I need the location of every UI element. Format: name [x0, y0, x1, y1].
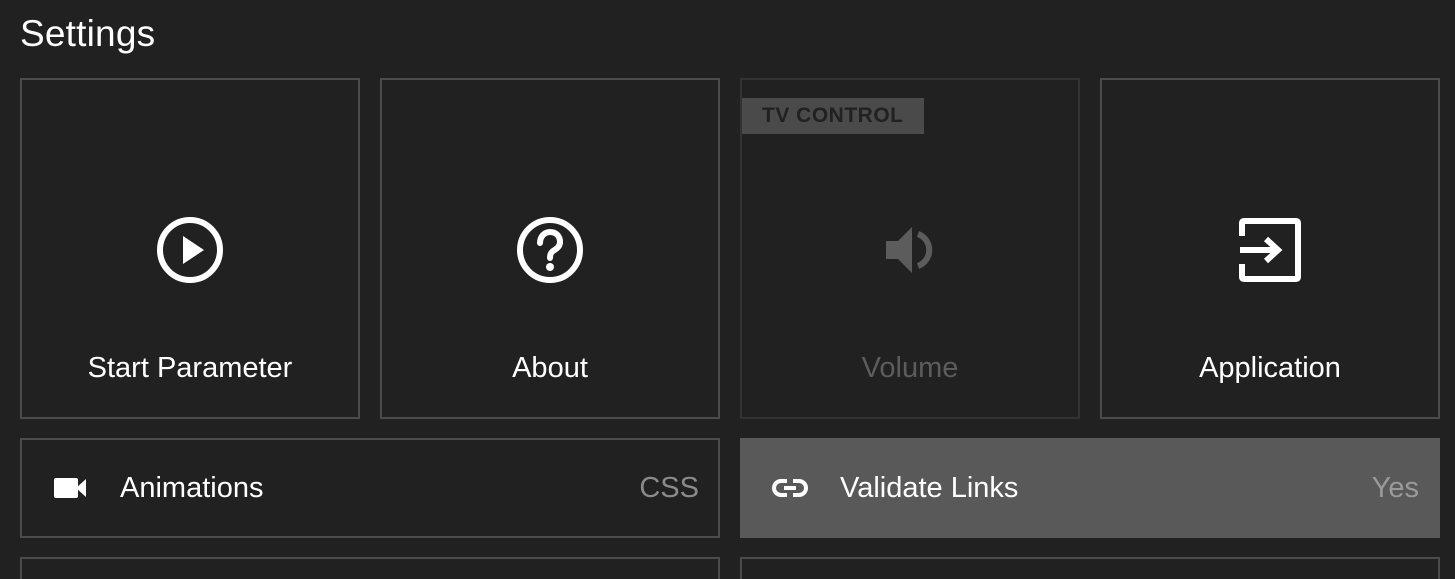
about-label: About	[512, 352, 588, 384]
application-label: Application	[1199, 352, 1341, 384]
tv-control-tag: TV CONTROL	[742, 98, 924, 134]
animations-label: Animations	[120, 472, 264, 504]
animations-value: CSS	[639, 472, 699, 504]
play-circle-icon	[154, 214, 226, 286]
link-icon	[772, 470, 808, 506]
next-row-right[interactable]	[740, 557, 1440, 579]
validate-links-value: Yes	[1371, 472, 1419, 504]
start-parameter-label: Start Parameter	[87, 352, 293, 384]
volume-label: Volume	[861, 352, 959, 384]
validate-links-label: Validate Links	[840, 472, 1019, 504]
help-circle-icon	[514, 214, 586, 286]
next-row-left[interactable]	[20, 557, 720, 579]
animations-row[interactable]: Animations CSS	[20, 438, 720, 538]
validate-links-row[interactable]: Validate Links Yes	[740, 438, 1440, 538]
volume-tile[interactable]: TV CONTROL Volume	[740, 78, 1080, 419]
volume-icon	[874, 214, 946, 286]
videocam-icon	[52, 470, 88, 506]
start-parameter-tile[interactable]: Start Parameter	[20, 78, 360, 419]
exit-to-app-icon	[1234, 214, 1306, 286]
page-title: Settings	[20, 13, 156, 54]
application-tile[interactable]: Application	[1100, 78, 1440, 419]
about-tile[interactable]: About	[380, 78, 720, 419]
